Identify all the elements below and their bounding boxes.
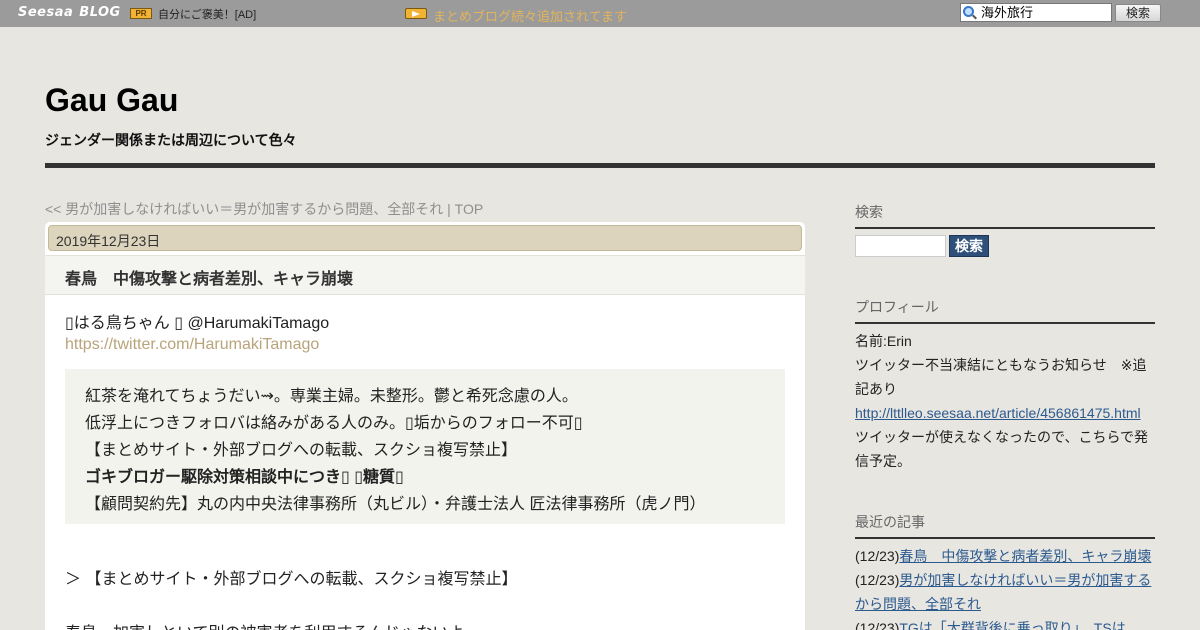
recent-heading: 最近の記事 <box>855 512 1155 539</box>
profile-after: ツイッターが使えなくなったので、こちらで発信予定。 <box>855 429 1149 469</box>
top-search-button[interactable]: 検索 <box>1115 4 1161 22</box>
recent-date: (12/23) <box>855 548 900 564</box>
quote-line-bold: ゴキブロガー駆除対策相談中につき▯ ▯糖質▯ <box>85 469 404 486</box>
profile-notice: ツイッター不当凍結にともなうお知らせ ※追記あり <box>855 357 1147 397</box>
quote-line: 【まとめサイト・外部ブログへの転載、スクショ複写禁止】 <box>85 442 518 459</box>
sidebar-search-heading: 検索 <box>855 202 1155 229</box>
quote-line: 紅茶を淹れてちょうだい⇝。専業主婦。未整形。鬱と希死念慮の人。 <box>85 388 578 405</box>
top-search-input[interactable]: 海外旅行 <box>960 3 1112 22</box>
recent-item: (12/23)男が加害しなければいい＝男が加害するから問題、全部それ <box>855 568 1155 616</box>
recent-date: (12/23) <box>855 620 900 630</box>
logo-blog-text: BLOG <box>79 5 121 20</box>
profile-heading: プロフィール <box>855 297 1155 324</box>
recent-link[interactable]: TGは「大群背後に乗っ取り」 TSは <box>899 620 1125 630</box>
top-bar: Seesaa BLOG PR 自分にご褒美！[AD] まとめブログ続々追加されてま… <box>0 0 1200 27</box>
site-description: ジェンダー関係または周辺について色々 <box>45 132 297 148</box>
body-line: ＞ 【まとめサイト・外部ブログへの転載、スクショ複写禁止】 <box>65 571 518 588</box>
ad-link[interactable]: 自分にご褒美！[AD] <box>158 6 256 22</box>
breadcrumb-separator: | <box>443 201 455 217</box>
top-link[interactable]: TOP <box>455 201 484 217</box>
body-line: 春鳥 加害しといて別の被害者を利用するんじゃないよ <box>65 619 464 630</box>
author-line: ▯はる鳥ちゃん ▯ @HarumakiTamago <box>65 315 330 332</box>
sidebar-search-button[interactable]: 検索 <box>949 235 989 257</box>
recent-link[interactable]: 春鳥 中傷攻撃と病者差別、キャラ崩壊 <box>899 548 1151 564</box>
quote-line: 低浮上につきフォロバは絡みがある人のみ。▯垢からのフォロー不可▯ <box>85 415 583 432</box>
recent-item: (12/23)春鳥 中傷攻撃と病者差別、キャラ崩壊 <box>855 544 1155 568</box>
recent-item: (12/23)TGは「大群背後に乗っ取り」 TSは <box>855 616 1155 630</box>
search-icon <box>963 6 974 17</box>
seesaa-blog-logo[interactable]: Seesaa BLOG <box>18 5 121 20</box>
post-title[interactable]: 春鳥 中傷攻撃と病者差別、キャラ崩壊 <box>65 265 353 289</box>
quote-line: 【顧問契約先】丸の内中央法律事務所（丸ビル）・弁護士法人 匠法律事務所（虎ノ門） <box>85 496 706 513</box>
article: 2019年12月23日 春鳥 中傷攻撃と病者差別、キャラ崩壊 ▯はる鳥ちゃん ▯… <box>45 222 805 630</box>
prev-article-link[interactable]: << 男が加害しなければいい＝男が加害するから問題、全部それ <box>45 201 443 217</box>
logo-text: Seesaa <box>18 5 74 20</box>
post-date: 2019年12月23日 <box>48 225 802 251</box>
breadcrumb: << 男が加害しなければいい＝男が加害するから問題、全部それ | TOP <box>45 199 483 219</box>
arrow-right-icon <box>405 8 427 19</box>
notice-link[interactable]: まとめブログ続々追加されてます <box>433 6 627 25</box>
profile-link-wrap: http://lttlleo.seesaa.net/article/456861… <box>855 401 1155 425</box>
header-divider <box>45 163 1155 168</box>
profile-link[interactable]: http://lttlleo.seesaa.net/article/456861… <box>855 405 1141 421</box>
sidebar-search-input[interactable] <box>855 235 946 257</box>
recent-date: (12/23) <box>855 572 900 588</box>
site-title[interactable]: Gau Gau <box>45 82 178 119</box>
post-title-bar: 春鳥 中傷攻撃と病者差別、キャラ崩壊 <box>45 255 805 295</box>
quote-block: 紅茶を淹れてちょうだい⇝。専業主婦。未整形。鬱と希死念慮の人。 低浮上につきフォ… <box>65 369 785 524</box>
recent-link[interactable]: 男が加害しなければいい＝男が加害するから問題、全部それ <box>855 572 1151 612</box>
profile-name: 名前:Erin <box>855 333 912 349</box>
pr-badge: PR <box>130 8 152 19</box>
twitter-link[interactable]: https://twitter.com/HarumakiTamago <box>65 336 319 354</box>
